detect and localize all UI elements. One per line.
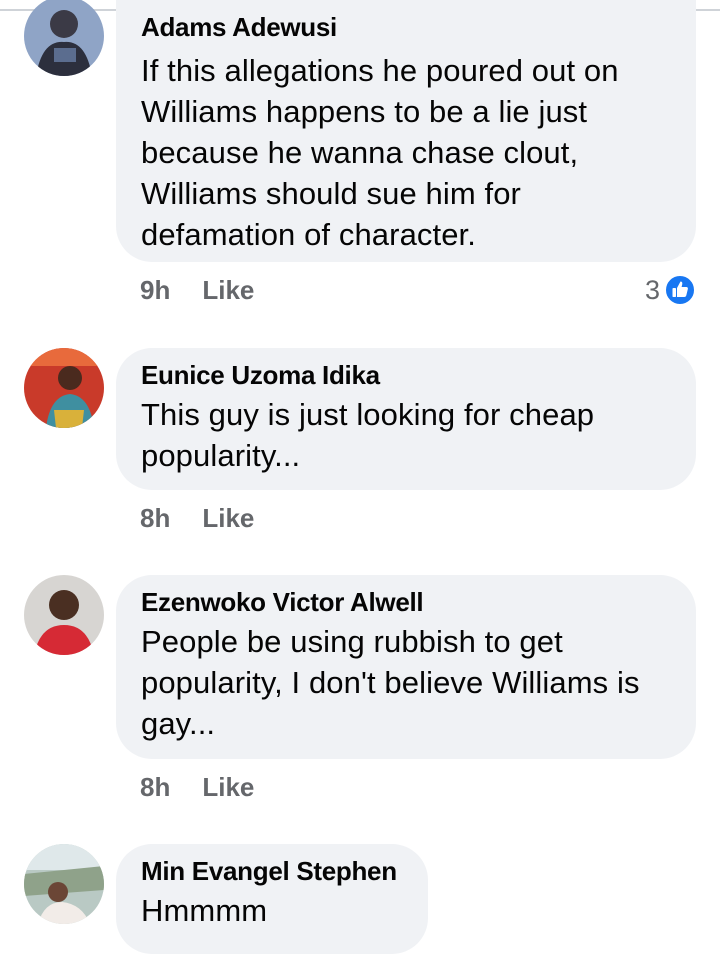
comment-author[interactable]: Min Evangel Stephen — [141, 856, 402, 886]
comment-bubble: Min Evangel Stephen Hmmmm — [116, 844, 428, 954]
avatar[interactable] — [24, 0, 104, 76]
comment-text: Hmmmm — [141, 893, 268, 928]
comment-time[interactable]: 8h — [140, 503, 170, 533]
like-button[interactable]: Like — [202, 503, 254, 533]
comment-text: People be using rubbish to get popularit… — [141, 624, 640, 741]
like-button[interactable]: Like — [202, 275, 254, 305]
comment-text: This guy is just looking for cheap popul… — [141, 397, 595, 473]
reaction-count: 3 — [644, 274, 660, 305]
reaction-summary[interactable]: 3 — [645, 270, 696, 310]
avatar[interactable] — [24, 575, 104, 655]
comment-bubble: Eunice Uzoma Idika This guy is just look… — [116, 348, 696, 490]
avatar[interactable] — [24, 348, 104, 428]
avatar[interactable] — [24, 844, 104, 924]
comment-actions: 8h Like — [140, 767, 286, 807]
comment-time[interactable]: 8h — [140, 772, 170, 802]
thumbs-up-icon — [664, 274, 696, 306]
comment-author[interactable]: Adams Adewusi — [141, 12, 670, 42]
comment-bubble: Adams Adewusi If this allegations he pou… — [116, 0, 696, 262]
comment-bubble: Ezenwoko Victor Alwell People be using r… — [116, 575, 696, 759]
comment-actions: 9h Like — [140, 270, 286, 310]
comment-author[interactable]: Ezenwoko Victor Alwell — [141, 587, 670, 617]
like-button[interactable]: Like — [202, 772, 254, 802]
comment-text: If this allegations he poured out on Wil… — [141, 53, 619, 252]
comment-time[interactable]: 9h — [140, 275, 170, 305]
comment-author[interactable]: Eunice Uzoma Idika — [141, 360, 670, 390]
comment-actions: 8h Like — [140, 498, 286, 538]
